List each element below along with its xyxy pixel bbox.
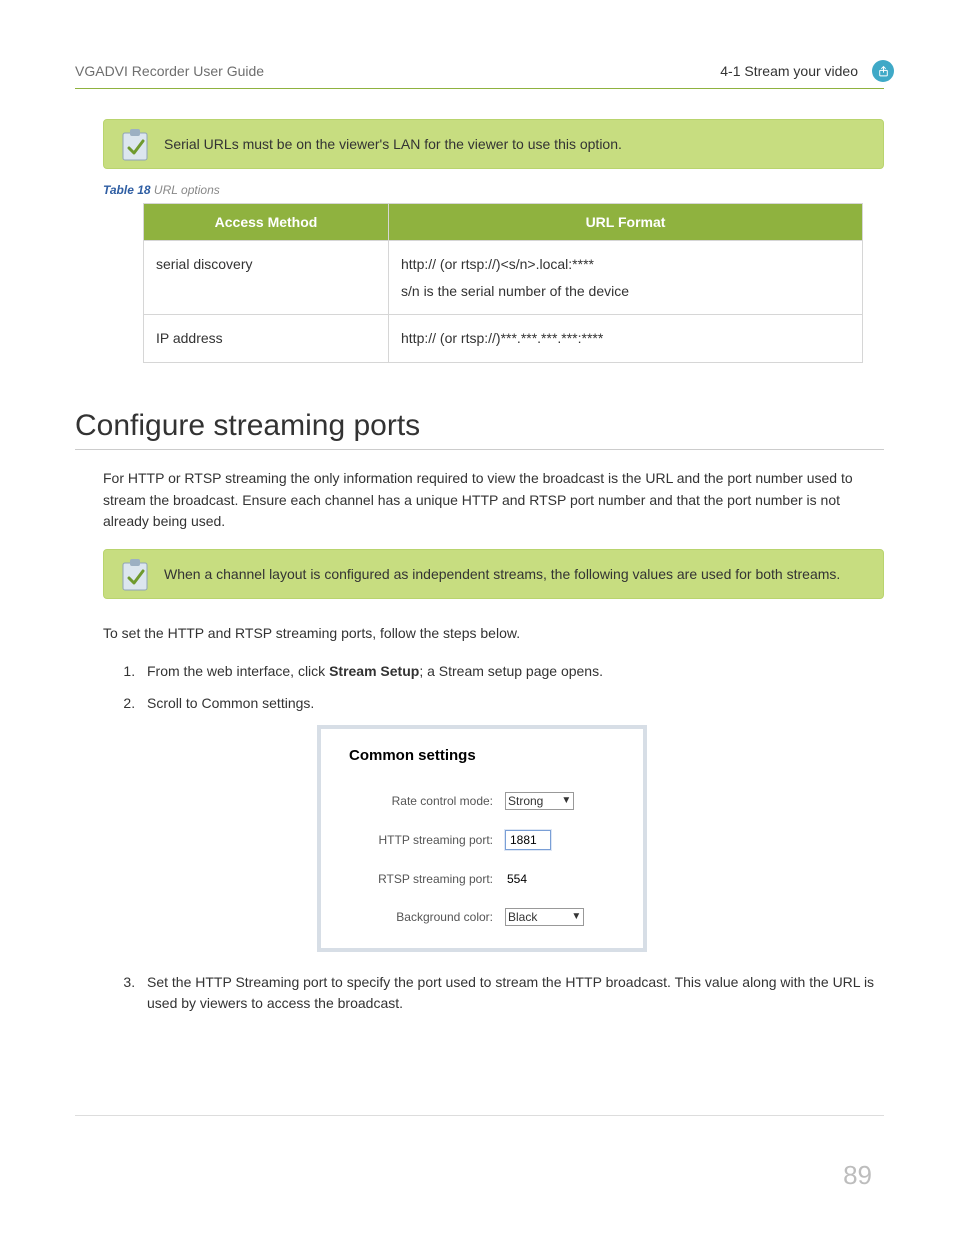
- th-access-method: Access Method: [144, 204, 389, 241]
- rate-control-label: Rate control mode:: [349, 794, 505, 808]
- chevron-down-icon: ▼: [571, 911, 581, 922]
- bg-color-label: Background color:: [349, 910, 505, 924]
- table-title: URL options: [154, 183, 220, 197]
- table-number: Table 18: [103, 183, 151, 197]
- chevron-down-icon: ▼: [561, 795, 571, 806]
- paragraph: To set the HTTP and RTSP streaming ports…: [103, 623, 884, 645]
- note-independent-streams: When a channel layout is configured as i…: [103, 549, 884, 599]
- steps-list: From the web interface, click Stream Set…: [139, 661, 884, 714]
- page-number: 89: [843, 1160, 872, 1191]
- cell-access-method: IP address: [144, 315, 389, 363]
- cell-access-method: serial discovery: [144, 241, 389, 315]
- paragraph: For HTTP or RTSP streaming the only info…: [103, 468, 884, 533]
- note-text: Serial URLs must be on the viewer's LAN …: [164, 136, 622, 152]
- http-port-label: HTTP streaming port:: [349, 833, 505, 847]
- table-row: IP address http:// (or rtsp://)***.***.*…: [144, 315, 863, 363]
- step-item: Set the HTTP Streaming port to specify t…: [139, 972, 884, 1015]
- panel-title: Common settings: [349, 747, 621, 764]
- step-item: From the web interface, click Stream Set…: [139, 661, 884, 683]
- url-options-table: Access Method URL Format serial discover…: [143, 203, 863, 363]
- footer-rule: [75, 1115, 884, 1116]
- header-guide-title: VGADVI Recorder User Guide: [75, 63, 264, 79]
- common-settings-panel: Common settings Rate control mode: Stron…: [317, 725, 647, 952]
- cell-url-format: http:// (or rtsp://)***.***.***.***:****: [389, 315, 863, 363]
- rtsp-port-label: RTSP streaming port:: [349, 872, 505, 886]
- rtsp-port-value[interactable]: 554: [505, 870, 529, 888]
- table-row: serial discovery http:// (or rtsp://)<s/…: [144, 241, 863, 315]
- rate-control-select[interactable]: Strong▼: [505, 792, 574, 810]
- share-icon: [872, 60, 894, 82]
- steps-list-cont: Set the HTTP Streaming port to specify t…: [139, 972, 884, 1015]
- table-caption: Table 18 URL options: [103, 183, 884, 197]
- header-section-title: 4-1 Stream your video: [720, 63, 858, 79]
- clipboard-check-icon: [120, 128, 150, 162]
- http-port-input[interactable]: [505, 830, 551, 850]
- page-header: VGADVI Recorder User Guide 4-1 Stream yo…: [75, 60, 884, 89]
- note-text: When a channel layout is configured as i…: [164, 566, 840, 582]
- clipboard-check-icon: [120, 558, 150, 592]
- step-item: Scroll to Common settings.: [139, 693, 884, 715]
- note-serial-urls: Serial URLs must be on the viewer's LAN …: [103, 119, 884, 169]
- cell-url-format: http:// (or rtsp://)<s/n>.local:**** s/n…: [389, 241, 863, 315]
- th-url-format: URL Format: [389, 204, 863, 241]
- section-heading: Configure streaming ports: [75, 409, 884, 450]
- bg-color-select[interactable]: Black▼: [505, 908, 584, 926]
